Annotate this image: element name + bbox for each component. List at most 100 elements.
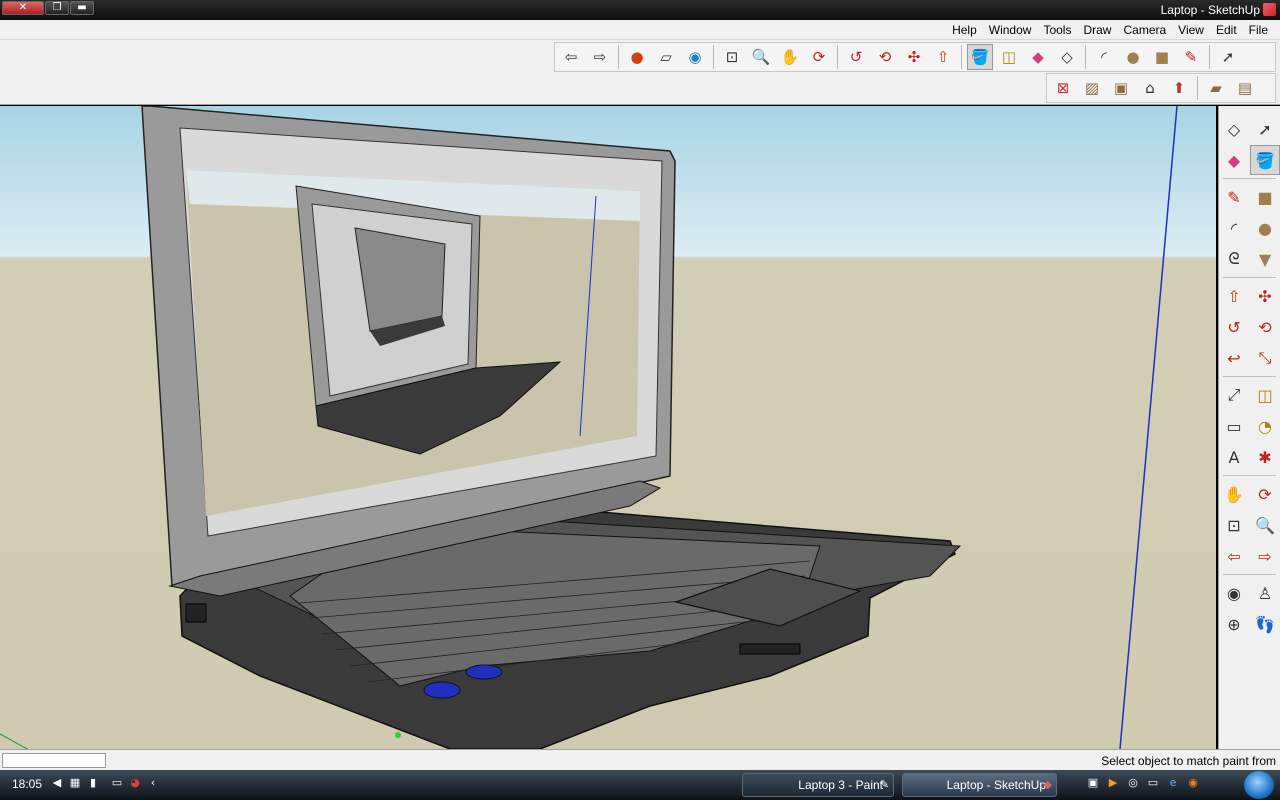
google-earth-icon[interactable]: ● [624,44,650,70]
offset-icon[interactable]: ↩ [1219,343,1249,373]
task-label: Laptop 3 - Paint [798,778,883,792]
app-icon-3[interactable]: ◎ [1126,776,1140,790]
drawing-viewport[interactable] [0,106,1216,749]
rotate-icon[interactable]: ⟲ [872,44,898,70]
make-component-icon[interactable]: ◇ [1219,114,1249,144]
tape-measure-icon[interactable]: ◫ [1250,380,1280,410]
network-icon[interactable]: ▦ [68,776,82,790]
select-icon[interactable]: ➚ [1215,44,1241,70]
circle-icon[interactable]: ● [1250,213,1280,243]
get-models-icon[interactable]: ◉ [682,44,708,70]
position-camera-icon[interactable]: ♙ [1250,578,1280,608]
start-button[interactable] [1244,771,1274,799]
taskbar-item-paint[interactable]: Laptop 3 - Paint ✎ [742,773,894,797]
app-icon-1[interactable]: ▣ [1086,776,1100,790]
minimize-button[interactable]: ▬ [70,1,94,15]
right-view-icon[interactable]: ⌂ [1137,75,1163,101]
taskbar-item-sketchup[interactable]: Laptop - SketchUp ◆ [902,773,1057,797]
front-view-icon[interactable]: ⬆ [1166,75,1192,101]
card-slot [739,643,801,655]
media-player-icon[interactable]: ▶ [1106,776,1120,790]
eraser-icon[interactable]: ◆ [1025,44,1051,70]
zoom-icon[interactable]: 🔍 [1250,510,1280,540]
ie-icon[interactable]: e [1166,776,1180,790]
circle-icon[interactable]: ● [1120,44,1146,70]
expand-arrow-icon[interactable]: ‹ [146,776,160,790]
zoom-icon[interactable]: 🔍 [748,44,774,70]
photo-texture-icon[interactable]: ▱ [653,44,679,70]
zoom-window-icon[interactable]: ⊡ [1219,510,1249,540]
rectangle-icon[interactable]: ■ [1149,44,1175,70]
rotate-icon[interactable]: ⟲ [1250,312,1280,342]
move-icon[interactable]: ✣ [1250,281,1280,311]
nested-laptop-lid [354,227,446,332]
menu-file[interactable]: File [1243,22,1274,38]
left-view-icon[interactable]: ▨ [1079,75,1105,101]
taskbar-clock[interactable]: 18:05 [12,777,42,791]
arc-icon[interactable]: ◜ [1219,213,1249,243]
push-pull-icon[interactable]: ⇧ [930,44,956,70]
look-around-icon[interactable]: ◉ [1219,578,1249,608]
next-view-icon[interactable]: ⇨ [587,44,613,70]
3d-text-icon[interactable]: A [1219,442,1249,472]
polygon-icon[interactable]: ▼ [1250,244,1280,274]
push-pull-icon[interactable]: ⇧ [1219,281,1249,311]
previous-icon[interactable]: ⇦ [1219,541,1249,571]
menu-camera[interactable]: Camera [1117,22,1172,38]
restore-button[interactable]: ❐ [45,1,69,15]
follow-me-icon[interactable]: ↺ [1219,312,1249,342]
xray-icon[interactable]: ⊠ [1050,75,1076,101]
measurements-box[interactable] [2,753,106,768]
status-message: Select object to match paint from [1101,754,1276,768]
battery-icon[interactable]: ▮ [86,776,100,790]
paint-icon: ✎ [879,779,889,791]
window-controls: ✕ ❐ ▬ [2,1,94,15]
arc-icon[interactable]: ◜ [1091,44,1117,70]
scale-icon[interactable]: ⤡ [1250,343,1280,373]
volume-icon[interactable]: ◀ [50,776,64,790]
pan-icon[interactable]: ✋ [777,44,803,70]
follow-me-icon[interactable]: ↺ [843,44,869,70]
previous-view-icon[interactable]: ⇦ [558,44,584,70]
menu-help[interactable]: Help [946,22,983,38]
paint-bucket-icon[interactable]: 🪣 [1250,145,1280,175]
menu-view[interactable]: View [1172,22,1210,38]
toolbar-divider [1209,45,1210,69]
section-plane-icon[interactable]: ⊕ [1219,609,1249,639]
menu-window[interactable]: Window [983,22,1038,38]
select-icon[interactable]: ➚ [1250,114,1280,144]
pencil-icon[interactable]: ✎ [1219,182,1249,212]
orbit-icon[interactable]: ⟳ [806,44,832,70]
back-view-icon[interactable]: ▣ [1108,75,1134,101]
zoom-extents-icon[interactable]: ⊡ [719,44,745,70]
menu-tools[interactable]: Tools [1037,22,1077,38]
orbit-icon[interactable]: ⟳ [1250,479,1280,509]
iso-view-icon[interactable]: ▤ [1232,75,1258,101]
make-component-icon[interactable]: ◇ [1054,44,1080,70]
show-desktop-icon[interactable]: ▭ [110,776,124,790]
desktop-icon[interactable]: ▭ [1146,776,1160,790]
pencil-icon[interactable]: ✎ [1178,44,1204,70]
rectangle-icon[interactable]: ■ [1250,182,1280,212]
menu-draw[interactable]: Draw [1077,22,1117,38]
menu-edit[interactable]: Edit [1210,22,1243,38]
close-button[interactable]: ✕ [2,1,44,15]
paint-bucket-icon[interactable]: 🪣 [967,44,993,70]
tape-measure-icon[interactable]: ◫ [996,44,1022,70]
axes-icon[interactable]: ✱ [1250,442,1280,472]
freehand-icon[interactable]: ᘓ [1219,244,1249,274]
top-view-icon[interactable]: ▰ [1203,75,1229,101]
firefox-icon[interactable]: ◉ [1186,776,1200,790]
system-tray: ◀ ▦ ▮ [50,776,100,790]
dimension-icon[interactable]: ⤢ [1219,380,1249,410]
text-icon[interactable]: ▭ [1219,411,1249,441]
power-led [395,732,401,738]
move-icon[interactable]: ✣ [901,44,927,70]
eraser-icon[interactable]: ◆ [1219,145,1249,175]
pan-icon[interactable]: ✋ [1219,479,1249,509]
zoom-extents-icon[interactable]: ⇨ [1250,541,1280,571]
protractor-icon[interactable]: ◔ [1250,411,1280,441]
sketchup-icon: ◆ [1043,779,1052,791]
chrome-icon[interactable]: ◕ [128,776,142,790]
walk-icon[interactable]: 👣 [1250,609,1280,639]
